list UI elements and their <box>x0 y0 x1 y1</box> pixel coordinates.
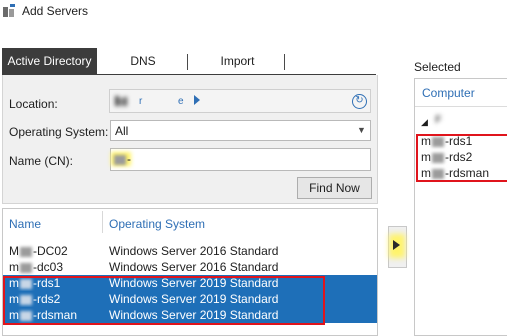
highlight-box <box>3 276 325 325</box>
operating-system-label: Operating System: <box>9 125 109 139</box>
row-os: Windows Server 2016 Standard <box>109 260 279 274</box>
refresh-icon[interactable]: ↻ <box>352 94 367 109</box>
location-domain-end[interactable]: e <box>178 96 184 107</box>
add-servers-icon <box>3 4 15 17</box>
tab-dns[interactable]: DNS <box>113 48 173 74</box>
row-name: m -dc03 <box>9 260 64 274</box>
divider <box>415 106 507 107</box>
row-name: M -DC02 <box>9 244 68 258</box>
table-row[interactable]: M -DC02 Windows Server 2016 Standard <box>3 243 377 259</box>
redaction-mark <box>20 262 32 273</box>
tab-import[interactable]: Import <box>200 48 275 74</box>
chevron-down-icon[interactable]: ▼ <box>357 125 366 135</box>
find-now-button[interactable]: Find Now <box>297 177 372 199</box>
tree-expand-icon[interactable]: ◢ <box>421 117 428 128</box>
name-cn-label: Name (CN): <box>9 154 74 168</box>
name-cn-input[interactable] <box>110 148 371 171</box>
redaction-mark <box>20 246 32 257</box>
tree-group-label: F <box>435 114 442 126</box>
column-divider <box>102 211 103 233</box>
location-domain-start[interactable]: r <box>139 96 142 107</box>
highlight-box <box>416 134 507 182</box>
table-row[interactable]: m -dc03 Windows Server 2016 Standard <box>3 259 377 275</box>
name-cn-value: - <box>113 152 131 166</box>
window-title: Add Servers <box>22 4 89 18</box>
operating-system-select[interactable] <box>110 120 371 141</box>
selected-label: Selected <box>414 60 461 74</box>
tab-divider <box>284 54 285 70</box>
arrow-right-icon[interactable] <box>393 240 400 250</box>
column-header-operating-system[interactable]: Operating System <box>109 217 205 231</box>
location-next-icon[interactable] <box>194 95 200 105</box>
redaction-mark <box>114 154 126 165</box>
column-header-name[interactable]: Name <box>9 217 41 231</box>
tab-divider <box>187 54 188 70</box>
row-os: Windows Server 2016 Standard <box>109 244 279 258</box>
domain-icon <box>115 96 127 106</box>
location-field[interactable] <box>109 89 371 113</box>
column-header-computer[interactable]: Computer <box>422 86 475 100</box>
location-label: Location: <box>9 97 58 111</box>
operating-system-value: All <box>115 124 129 138</box>
tab-active-directory[interactable]: Active Directory <box>2 48 97 74</box>
